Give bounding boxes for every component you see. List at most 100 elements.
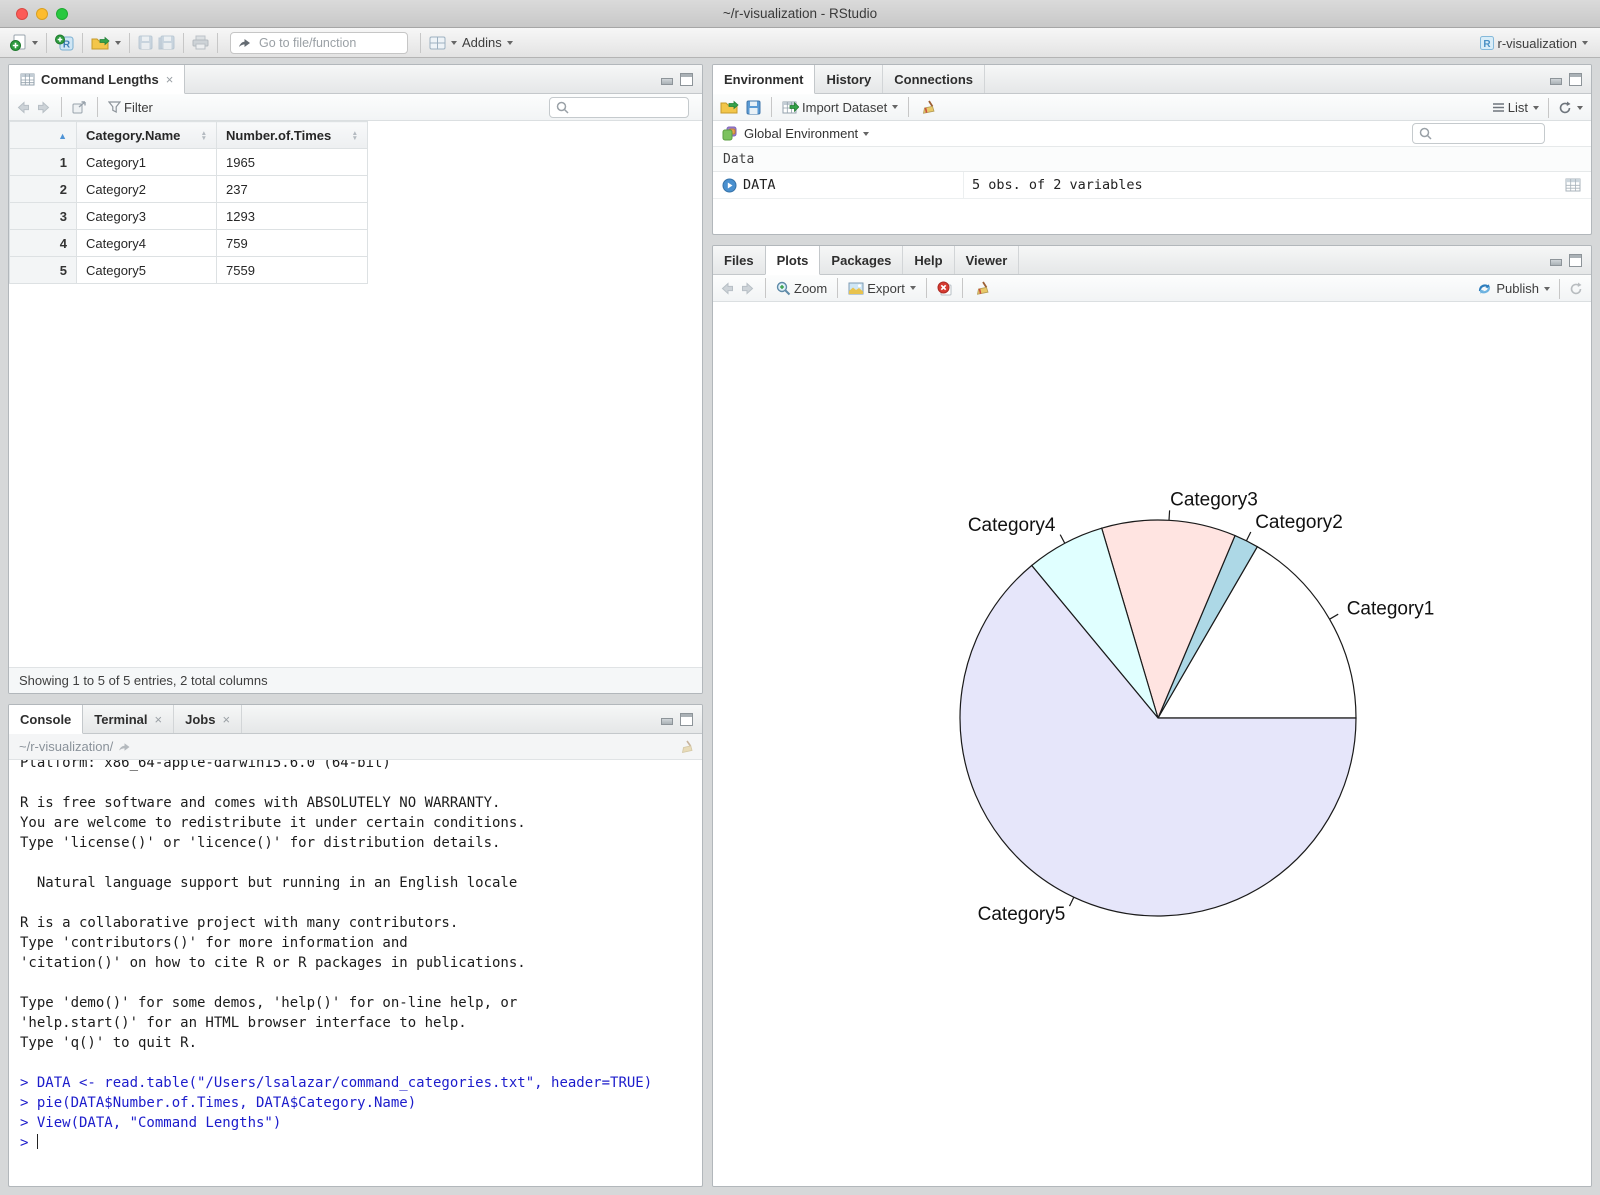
export-label: Export	[867, 280, 905, 296]
environment-object-row[interactable]: DATA 5 obs. of 2 variables	[713, 171, 1591, 199]
refresh-environment-button[interactable]	[1558, 101, 1583, 115]
minimize-pane-icon[interactable]	[661, 78, 673, 85]
tab-viewer[interactable]: Viewer	[955, 246, 1020, 274]
pane-window-controls	[1550, 254, 1582, 267]
row-number-header[interactable]: ▲	[9, 121, 77, 149]
console-input-line: > pie(DATA$Number.of.Times, DATA$Categor…	[20, 1095, 417, 1111]
table-row: 3 Category3 1293	[9, 202, 368, 230]
close-window-icon[interactable]	[16, 8, 28, 20]
minimize-pane-icon[interactable]	[1550, 78, 1562, 85]
refresh-icon	[1558, 101, 1572, 115]
refresh-plot-icon[interactable]	[1569, 282, 1583, 296]
save-workspace-icon[interactable]	[746, 100, 761, 115]
console-input-line: >	[20, 1134, 39, 1151]
project-name-label: r-visualization	[1497, 35, 1577, 51]
clear-all-plots-broom-icon[interactable]	[973, 281, 989, 296]
next-plot-icon[interactable]	[741, 281, 755, 295]
row-number: 2	[9, 175, 77, 203]
close-terminal-tab-icon[interactable]: ×	[155, 712, 163, 727]
maximize-pane-icon[interactable]	[680, 713, 693, 726]
nav-back-icon[interactable]	[16, 100, 30, 114]
minimize-window-icon[interactable]	[36, 8, 48, 20]
tab-connections[interactable]: Connections	[883, 65, 985, 93]
tab-help[interactable]: Help	[903, 246, 955, 274]
working-directory-label: ~/r-visualization/	[19, 739, 114, 754]
tab-console[interactable]: Console	[9, 705, 84, 734]
minimize-pane-icon[interactable]	[1550, 259, 1562, 266]
goto-file-function-box[interactable]	[230, 31, 408, 54]
data-viewer-search-box[interactable]	[549, 96, 689, 118]
tab-jobs[interactable]: Jobs ×	[174, 705, 243, 733]
console-output[interactable]: Platform: x86_64-apple-darwin15.6.0 (64-…	[9, 760, 702, 1186]
tab-history[interactable]: History	[815, 65, 884, 93]
zoom-plot-button[interactable]: Zoom	[776, 281, 827, 296]
pane-layout-button[interactable]	[429, 36, 457, 50]
publish-plot-button[interactable]: Publish	[1476, 281, 1550, 296]
expand-object-play-icon[interactable]	[722, 178, 737, 193]
close-jobs-tab-icon[interactable]: ×	[222, 712, 230, 727]
new-project-button[interactable]: R	[55, 34, 74, 51]
clear-console-broom-icon[interactable]	[678, 740, 693, 754]
tab-command-lengths[interactable]: Command Lengths ×	[9, 65, 186, 94]
text-cursor	[36, 1134, 39, 1149]
maximize-pane-icon[interactable]	[680, 73, 693, 86]
table-cell: 237	[216, 175, 368, 203]
table-cell: 1293	[216, 202, 368, 230]
previous-plot-icon[interactable]	[720, 281, 734, 295]
view-data-grid-icon[interactable]	[1565, 178, 1581, 192]
plots-tabbar: Files Plots Packages Help Viewer	[713, 246, 1591, 275]
pie-label-tick	[1068, 896, 1075, 907]
project-menu-button[interactable]: R r-visualization	[1479, 35, 1588, 51]
object-value: 5 obs. of 2 variables	[963, 171, 1143, 199]
maximize-pane-icon[interactable]	[1569, 254, 1582, 267]
data-viewer-tabbar: Command Lengths ×	[9, 65, 702, 94]
save-all-button[interactable]	[158, 35, 175, 50]
project-caret-icon	[1582, 41, 1588, 45]
global-environment-selector[interactable]: Global Environment	[744, 126, 870, 141]
console-output-line: R is free software and comes with ABSOLU…	[20, 795, 501, 811]
open-in-new-window-icon[interactable]	[72, 100, 87, 114]
load-workspace-folder-icon[interactable]	[720, 100, 739, 114]
goto-file-function-input[interactable]	[257, 34, 387, 51]
maximize-pane-icon[interactable]	[1569, 73, 1582, 86]
tab-terminal[interactable]: Terminal ×	[83, 705, 175, 733]
close-tab-icon[interactable]: ×	[166, 72, 174, 87]
data-viewer-search-input[interactable]	[573, 99, 682, 115]
maximize-window-icon[interactable]	[56, 8, 68, 20]
filter-button[interactable]: Filter	[108, 100, 153, 115]
minimize-pane-icon[interactable]	[661, 718, 673, 725]
plots-toolbar: Zoom Export Publish	[713, 275, 1591, 302]
tab-files[interactable]: Files	[713, 246, 766, 274]
new-file-button[interactable]	[10, 34, 38, 51]
tab-packages[interactable]: Packages	[820, 246, 904, 274]
tab-environment[interactable]: Environment	[713, 65, 816, 94]
console-output-line: Type 'contributors()' for more informati…	[20, 935, 408, 951]
list-view-button[interactable]: List	[1492, 100, 1539, 115]
open-file-button[interactable]	[91, 36, 121, 50]
environment-search-box[interactable]	[1412, 123, 1545, 144]
plot-display-area: Category1 Category2 Category3 Category4 Cate…	[713, 303, 1591, 1186]
tab-terminal-label: Terminal	[94, 711, 148, 727]
filter-funnel-icon	[108, 101, 121, 113]
column-header-Number.of.Times[interactable]: ▲ ▼ Number.of.Times	[216, 121, 368, 149]
save-button[interactable]	[138, 35, 153, 50]
column-header-Category.Name[interactable]: ▲ ▼ Category.Name	[76, 121, 217, 149]
nav-forward-icon[interactable]	[37, 100, 51, 114]
goto-directory-arrow-icon[interactable]	[118, 741, 131, 752]
tab-plots[interactable]: Plots	[764, 246, 821, 275]
zoom-label: Zoom	[794, 280, 828, 296]
pane-layout-caret-icon	[451, 40, 457, 45]
pane-window-controls	[1550, 73, 1582, 86]
remove-plot-icon[interactable]	[937, 281, 952, 296]
clear-environment-broom-icon[interactable]	[919, 100, 935, 115]
export-plot-button[interactable]: Export	[848, 281, 916, 296]
environment-toolbar: Import Dataset List	[713, 94, 1591, 121]
row-number: 5	[9, 256, 77, 284]
table-status-bar: Showing 1 to 5 of 5 entries, 2 total col…	[9, 667, 702, 693]
import-dataset-button[interactable]: Import Dataset	[782, 100, 899, 115]
environment-search-input[interactable]	[1436, 125, 1538, 142]
pie-label-Category3: Category3	[1170, 490, 1258, 511]
addins-button[interactable]: Addins	[462, 35, 513, 50]
print-button[interactable]	[192, 35, 209, 50]
